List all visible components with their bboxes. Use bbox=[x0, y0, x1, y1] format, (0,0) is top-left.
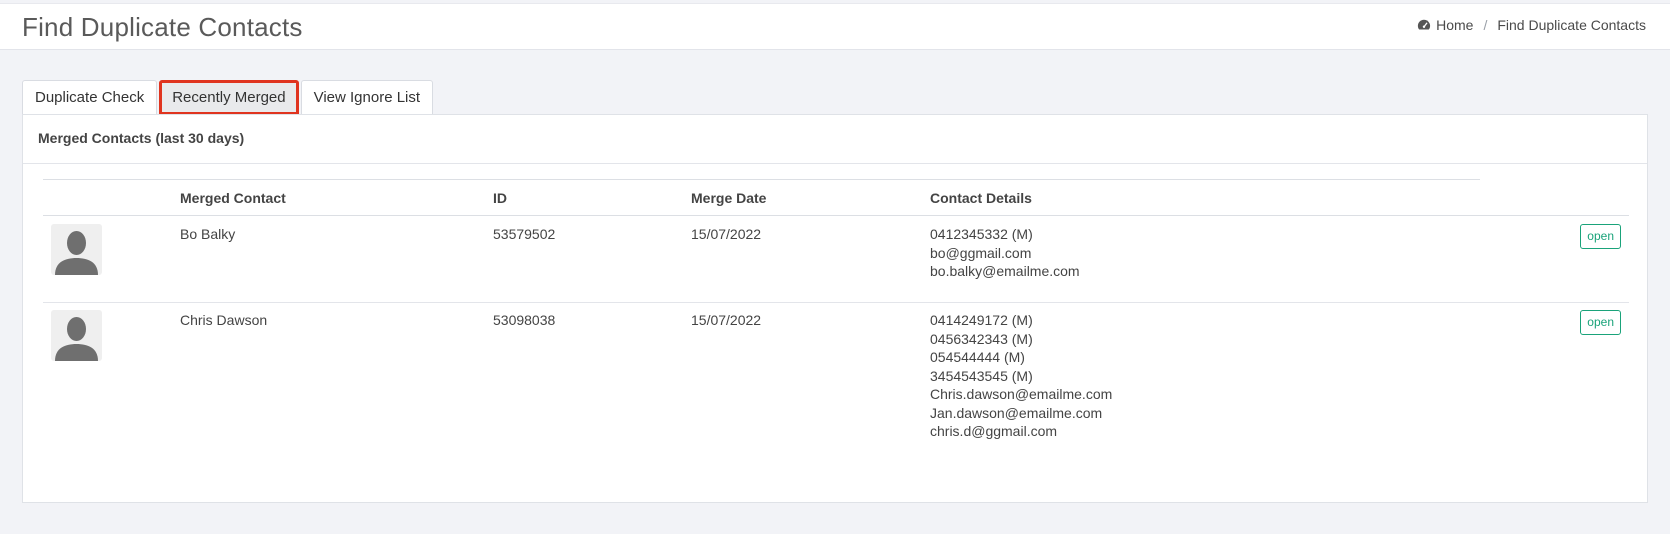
contact-details: 0412345332 (M) bo@ggmail.com bo.balky@em… bbox=[930, 225, 1080, 281]
avatar bbox=[51, 310, 102, 361]
row-action: open bbox=[1580, 310, 1621, 335]
contact-detail: 0412345332 (M) bbox=[930, 226, 1033, 242]
column-header-merged-contact: Merged Contact bbox=[180, 190, 286, 206]
merged-contacts-table: Merged Contact ID Merge Date Contact Det… bbox=[43, 179, 1629, 462]
contact-detail: 054544444 (M) bbox=[930, 349, 1025, 365]
tab-duplicate-check[interactable]: Duplicate Check bbox=[22, 80, 158, 115]
contact-detail: 3454543545 (M) bbox=[930, 367, 1033, 384]
column-header-id: ID bbox=[493, 190, 507, 206]
user-silhouette-icon bbox=[55, 317, 98, 361]
table-row: Bo Balky 53579502 15/07/2022 0412345332 … bbox=[43, 216, 1629, 303]
column-header-contact-details: Contact Details bbox=[930, 190, 1032, 206]
contact-detail: Chris.dawson@emailme.com bbox=[930, 386, 1113, 402]
merge-date: 15/07/2022 bbox=[691, 312, 762, 328]
avatar bbox=[51, 224, 102, 275]
contact-detail: 0456342343 (M) bbox=[930, 330, 1033, 347]
breadcrumb-home-link[interactable]: Home bbox=[1417, 17, 1473, 33]
dashboard-icon bbox=[1417, 19, 1431, 30]
table-header: Merged Contact ID Merge Date Contact Det… bbox=[43, 179, 1480, 215]
user-silhouette-icon bbox=[55, 231, 98, 275]
breadcrumb-home-label: Home bbox=[1436, 17, 1474, 33]
open-button[interactable]: open bbox=[1580, 224, 1621, 249]
contact-name: Bo Balky bbox=[180, 226, 236, 242]
contact-detail: bo.balky@emailme.com bbox=[930, 263, 1080, 279]
contact-detail: 0414249172 (M) bbox=[930, 312, 1033, 328]
contact-id: 53579502 bbox=[493, 226, 556, 242]
tab-view-ignore-list[interactable]: View Ignore List bbox=[300, 80, 434, 115]
merge-date: 15/07/2022 bbox=[691, 226, 762, 242]
contact-id: 53098038 bbox=[493, 312, 556, 328]
breadcrumb-current: Find Duplicate Contacts bbox=[1497, 17, 1646, 33]
open-button[interactable]: open bbox=[1580, 310, 1621, 335]
tab-recently-merged[interactable]: Recently Merged bbox=[159, 80, 299, 115]
page-title: Find Duplicate Contacts bbox=[22, 12, 303, 42]
contact-detail: chris.d@ggmail.com bbox=[930, 423, 1058, 439]
column-header-merge-date: Merge Date bbox=[691, 190, 767, 206]
row-action: open bbox=[1580, 224, 1621, 249]
contact-details: 0414249172 (M) 0456342343 (M) 054544444 … bbox=[930, 311, 1112, 441]
panel-heading: Merged Contacts (last 30 days) bbox=[23, 115, 1647, 164]
breadcrumb: Home / Find Duplicate Contacts bbox=[1417, 17, 1646, 33]
page-header: Find Duplicate Contacts Home / Find Dupl… bbox=[0, 3, 1670, 50]
merged-contacts-panel: Merged Contacts (last 30 days) Merged Co… bbox=[22, 114, 1648, 503]
breadcrumb-separator: / bbox=[1483, 17, 1488, 33]
contact-name: Chris Dawson bbox=[180, 312, 268, 328]
contact-detail: Jan.dawson@emailme.com bbox=[930, 404, 1103, 421]
contact-detail: bo@ggmail.com bbox=[930, 244, 1032, 261]
table-row: Chris Dawson 53098038 15/07/2022 0414249… bbox=[43, 302, 1629, 462]
tab-bar: Duplicate Check Recently Merged View Ign… bbox=[22, 80, 435, 115]
